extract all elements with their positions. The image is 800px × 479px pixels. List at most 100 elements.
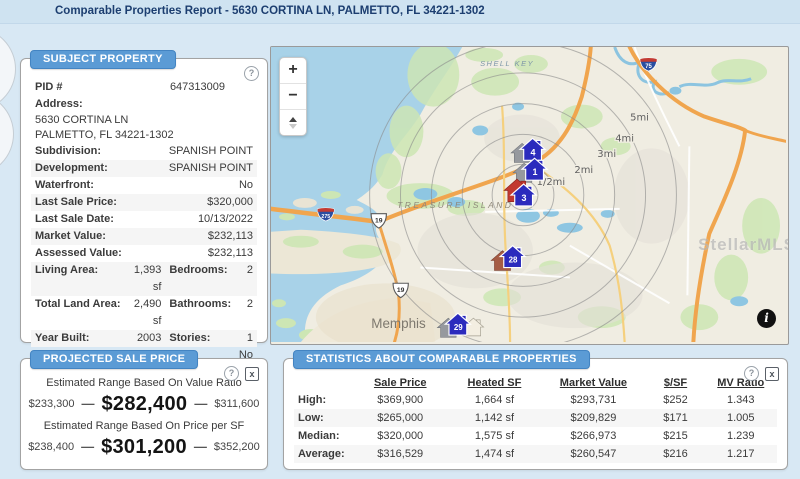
dash: — <box>194 391 207 417</box>
row-value: SPANISH POINT <box>169 143 253 160</box>
dash: — <box>81 434 94 460</box>
projected-sale-price-panel: PROJECTED SALE PRICE ? x Estimated Range… <box>20 358 268 470</box>
comparables-map[interactable]: 5mi 4mi 3mi 2mi 1/2mi SHELL KEY TREASURE… <box>270 46 789 345</box>
address-row: Address: <box>31 96 257 113</box>
row-label: Last Sale Price: <box>35 194 117 211</box>
cell: 1.005 <box>705 409 777 427</box>
price-per-sf-caption: Estimated Range Based On Price per SF <box>27 419 261 434</box>
detail-dual-row: Living Area: 1,393 sf Bedrooms: 2 <box>31 262 257 296</box>
price-per-sf-range: $238,400 — $301,200 — $352,200 <box>27 434 261 460</box>
cell: $215 <box>647 427 705 445</box>
address-line-2: PALMETTO, FL 34221-1302 <box>31 128 257 143</box>
sand-area <box>316 283 455 342</box>
side-panel-handle-2[interactable] <box>0 92 14 176</box>
row-value: 2003 <box>127 330 162 347</box>
cell: $369,900 <box>352 391 449 409</box>
svg-text:4: 4 <box>530 147 535 157</box>
table-row: Low: $265,000 1,142 sf $209,829 $171 1.0… <box>294 409 777 427</box>
table-row: Median: $320,000 1,575 sf $266,973 $215 … <box>294 427 777 445</box>
cell: $320,000 <box>352 427 449 445</box>
svg-text:75: 75 <box>645 64 652 70</box>
cell: $266,973 <box>540 427 646 445</box>
triangle-down-icon <box>289 124 297 129</box>
help-icon[interactable]: ? <box>224 366 239 381</box>
row-label: Year Built: <box>35 330 127 347</box>
statistics-header: STATISTICS ABOUT COMPARABLE PROPERTIES <box>293 350 590 369</box>
row-value: 2 <box>222 296 253 330</box>
svg-text:19: 19 <box>375 218 383 225</box>
address-line-1: 5630 CORTINA LN <box>31 113 257 128</box>
svg-text:19: 19 <box>397 287 405 294</box>
row-label: Development: <box>35 160 108 177</box>
row-value: SPANISH POINT <box>169 160 253 177</box>
close-icon[interactable]: x <box>765 367 779 381</box>
range-low: $233,300 <box>29 391 75 417</box>
cell: $293,731 <box>540 391 646 409</box>
row-value: $232,113 <box>208 228 253 245</box>
dash: — <box>81 391 94 417</box>
statistics-table: Sale Price Heated SF Market Value $/SF M… <box>294 375 777 463</box>
help-icon[interactable]: ? <box>244 66 259 81</box>
col-sale-price: Sale Price <box>352 375 449 391</box>
close-icon[interactable]: x <box>245 367 259 381</box>
range-mid: $301,200 <box>101 434 187 460</box>
row-value: 1,393 sf <box>127 262 162 296</box>
range-high: $352,200 <box>214 434 260 460</box>
help-icon[interactable]: ? <box>744 366 759 381</box>
row-label: Waterfront: <box>35 177 94 194</box>
map-info-button[interactable]: i <box>757 309 776 328</box>
col-market-value: Market Value <box>540 375 646 391</box>
page-title: Comparable Properties Report - 5630 CORT… <box>0 0 800 23</box>
cell: $171 <box>647 409 705 427</box>
pid-row: PID # 647313009 <box>31 79 257 96</box>
ring-label-5mi: 5mi <box>630 113 649 124</box>
pid-value: 647313009 <box>170 79 253 96</box>
memphis-label: Memphis <box>371 316 426 331</box>
svg-text:28: 28 <box>509 256 518 265</box>
row-value: 2 <box>222 262 253 296</box>
detail-dual-row: Total Land Area: 2,490 sf Bathrooms: 2 <box>31 296 257 330</box>
treasure-island-label: TREASURE ISLAND <box>397 200 513 210</box>
stellar-mls-watermark: StellarMLS <box>698 235 789 255</box>
statistics-body: Sale Price Heated SF Market Value $/SF M… <box>284 359 787 463</box>
ring-label-4mi: 4mi <box>615 133 634 144</box>
row-label: Living Area: <box>35 262 127 296</box>
cell: $316,529 <box>352 445 449 463</box>
row-value: $320,000 <box>207 194 253 211</box>
row-label: Assessed Value: <box>35 245 122 262</box>
row-label: Low: <box>294 409 352 427</box>
tilt-button[interactable] <box>280 110 306 135</box>
zoom-out-button[interactable]: − <box>280 84 306 110</box>
row-label: Bathrooms: <box>161 296 222 330</box>
side-panel-handle[interactable] <box>0 27 16 111</box>
table-row: High: $369,900 1,664 sf $293,731 $252 1.… <box>294 391 777 409</box>
row-value: 2,490 sf <box>127 296 162 330</box>
col-price-per-sf: $/SF <box>647 375 705 391</box>
row-label: Subdivision: <box>35 143 101 160</box>
triangle-up-icon <box>289 117 297 122</box>
range-mid: $282,400 <box>101 391 187 417</box>
range-low: $238,400 <box>28 434 74 460</box>
cell: $216 <box>647 445 705 463</box>
zoom-in-button[interactable]: + <box>280 58 306 84</box>
cell: 1,575 sf <box>449 427 541 445</box>
ring-label-2mi: 2mi <box>574 165 593 176</box>
svg-text:1: 1 <box>532 167 537 177</box>
row-value: 10/13/2022 <box>198 211 253 228</box>
detail-dual-row: Year Built: 2003 Stories: 1 <box>31 330 257 347</box>
row-label: Stories: <box>161 330 222 347</box>
cell: 1,142 sf <box>449 409 541 427</box>
ring-label-3mi: 3mi <box>597 149 616 160</box>
detail-row: Subdivision: SPANISH POINT <box>31 143 257 160</box>
cell: $260,547 <box>540 445 646 463</box>
cell: 1.217 <box>705 445 777 463</box>
comparable-properties-report: Comparable Properties Report - 5630 CORT… <box>0 0 800 479</box>
detail-row: Waterfront: No <box>31 177 257 194</box>
cell: $209,829 <box>540 409 646 427</box>
projected-sale-price-header: PROJECTED SALE PRICE <box>30 350 198 369</box>
detail-row: Last Sale Price: $320,000 <box>31 194 257 211</box>
row-label: Median: <box>294 427 352 445</box>
cell: $252 <box>647 391 705 409</box>
row-label: High: <box>294 391 352 409</box>
subject-property-details: PID # 647313009 Address: 5630 CORTINA LN… <box>21 59 267 370</box>
